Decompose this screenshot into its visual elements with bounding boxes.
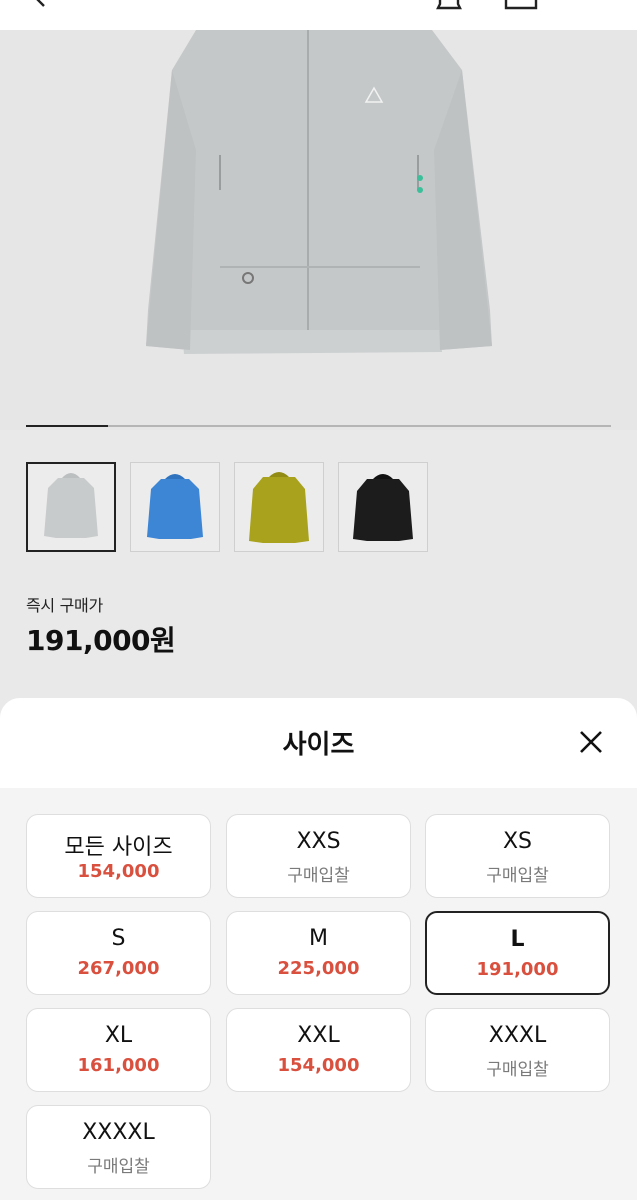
size-option-xl[interactable]: XL 161,000 [26, 1008, 211, 1092]
size-option-m[interactable]: M 225,000 [226, 911, 411, 995]
thumbnail-olive-jacket[interactable] [234, 462, 324, 552]
back-arrow-icon[interactable] [30, 0, 50, 8]
size-price: 161,000 [77, 1055, 160, 1076]
size-option-xs[interactable]: XS 구매입찰 [425, 814, 610, 898]
thumbnail-gray-jacket[interactable] [26, 462, 116, 552]
size-option-xxxl[interactable]: XXXL 구매입찰 [425, 1008, 610, 1092]
jacket-thumbnail-icon [249, 472, 309, 543]
jacket-thumbnail-icon [44, 473, 98, 538]
size-name: XXXXL [82, 1120, 155, 1145]
top-bar [0, 0, 637, 30]
size-bid-label: 구매입찰 [87, 1157, 150, 1177]
gallery-progress-fill [26, 425, 108, 427]
jacket-image [146, 30, 492, 354]
size-option-s[interactable]: S 267,000 [26, 911, 211, 995]
size-bottom-sheet: 사이즈 모든 사이즈 154,000 XXS 구매입찰 XS 구매입찰 S 26… [0, 698, 637, 1200]
size-option-l[interactable]: L 191,000 [425, 911, 610, 995]
size-option-xxxxl[interactable]: XXXXL 구매입찰 [26, 1105, 211, 1189]
size-price: 191,000 [476, 959, 559, 980]
size-name: M [309, 926, 328, 951]
size-option-all[interactable]: 모든 사이즈 154,000 [26, 814, 211, 898]
size-bid-label: 구매입찰 [287, 866, 350, 886]
bell-icon[interactable] [432, 0, 466, 12]
thumbnail-black-jacket[interactable] [338, 462, 428, 552]
shopping-bag-icon[interactable] [503, 0, 539, 10]
size-name: XL [104, 1023, 133, 1048]
size-price: 154,000 [77, 861, 160, 882]
size-name: L [510, 927, 525, 952]
instant-buy-price-label: 즉시 구매가 [26, 596, 103, 615]
size-name: XXL [297, 1023, 340, 1048]
size-option-xxs[interactable]: XXS 구매입찰 [226, 814, 411, 898]
thumbnail-strip [26, 462, 446, 552]
jacket-thumbnail-icon [353, 474, 413, 541]
close-icon[interactable] [578, 729, 604, 755]
size-price: 154,000 [277, 1055, 360, 1076]
size-price: 225,000 [277, 958, 360, 979]
product-image[interactable] [0, 30, 637, 430]
size-name: XXS [296, 829, 341, 854]
sheet-header: 사이즈 [0, 698, 637, 788]
jacket-thumbnail-icon [147, 474, 203, 539]
gallery-progress-track [26, 425, 611, 427]
instant-buy-price: 191,000원 [26, 624, 176, 657]
size-name: XXXL [488, 1023, 547, 1048]
size-option-xxl[interactable]: XXL 154,000 [226, 1008, 411, 1092]
sheet-title: 사이즈 [282, 730, 355, 760]
size-bid-label: 구매입찰 [486, 866, 549, 886]
size-name: S [111, 926, 126, 951]
size-name: 모든 사이즈 [64, 835, 173, 860]
thumbnail-blue-jacket[interactable] [130, 462, 220, 552]
size-name: XS [502, 829, 533, 854]
size-price: 267,000 [77, 958, 160, 979]
size-bid-label: 구매입찰 [486, 1060, 549, 1080]
